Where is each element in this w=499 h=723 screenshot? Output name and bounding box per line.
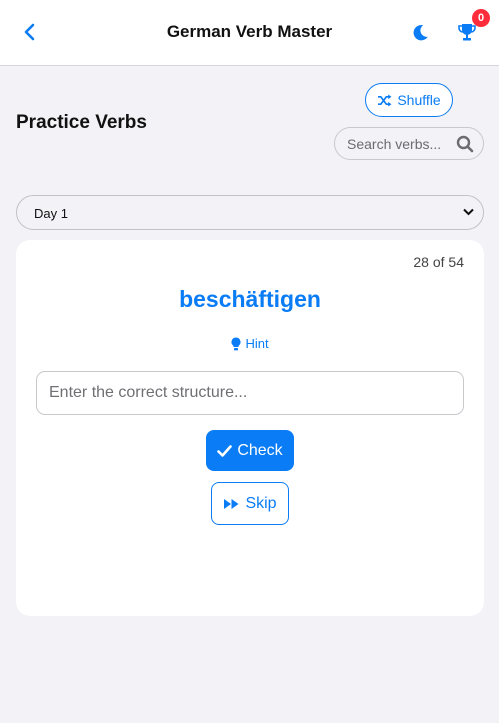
day-select-value: Day 1: [34, 206, 68, 221]
moon-icon: [413, 24, 428, 40]
hint-button[interactable]: Hint: [16, 336, 484, 351]
theme-toggle-button[interactable]: [409, 21, 431, 43]
shuffle-button[interactable]: Shuffle: [365, 83, 453, 117]
trophy-count-badge: 0: [472, 9, 490, 27]
skip-button[interactable]: Skip: [211, 482, 289, 525]
app-header: German Verb Master 0: [0, 0, 499, 66]
day-select[interactable]: Day 1: [16, 195, 484, 230]
check-label: Check: [237, 441, 283, 459]
check-button[interactable]: Check: [206, 430, 294, 471]
answer-input[interactable]: [36, 371, 464, 415]
fast-forward-icon: [224, 498, 239, 509]
trophy-icon: [458, 24, 476, 41]
shuffle-label: Shuffle: [397, 92, 441, 108]
shuffle-icon: [378, 93, 392, 107]
hint-label: Hint: [245, 336, 269, 351]
section-title: Practice Verbs: [16, 112, 147, 133]
checkmark-icon: [217, 444, 233, 457]
progress-counter: 28 of 54: [413, 254, 464, 270]
search-icon[interactable]: [456, 135, 474, 153]
practice-card: 28 of 54 beschäftigen Hint Check Skip: [16, 240, 484, 616]
lightbulb-icon: [231, 337, 241, 350]
search-box: [334, 127, 484, 160]
chevron-down-icon: [463, 208, 474, 216]
verb-word: beschäftigen: [179, 286, 321, 312]
skip-label: Skip: [245, 494, 277, 512]
search-input[interactable]: [347, 128, 457, 159]
